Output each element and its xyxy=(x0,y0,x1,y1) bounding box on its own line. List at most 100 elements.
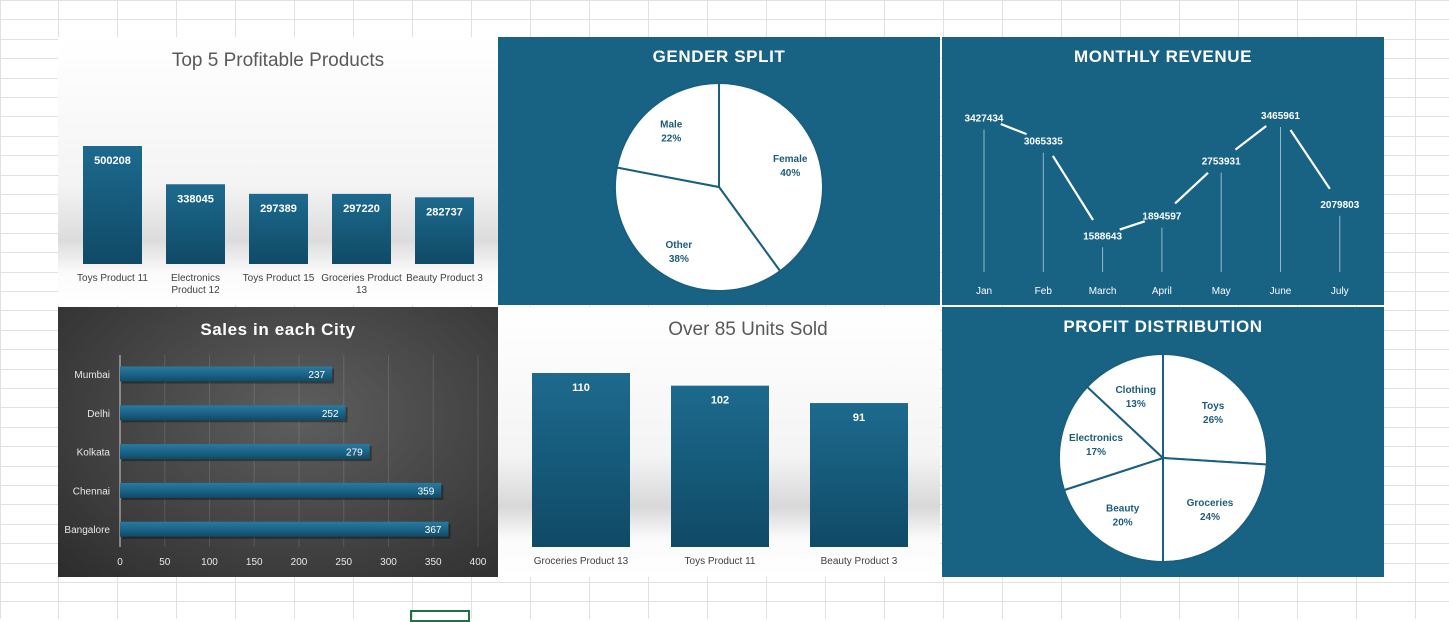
profit-distribution-chart[interactable]: PROFIT DISTRIBUTION Toys 26% Groceries 24% Be… xyxy=(942,307,1384,577)
slice-percent: 13% xyxy=(1126,399,1146,410)
data-label: 3427434 xyxy=(965,113,1004,124)
sales-by-city-chart[interactable]: Sales in each City 0 50 100 150 200 250 300 350 4… xyxy=(58,307,498,577)
x-tick-label: 100 xyxy=(201,557,218,568)
slice-percent: 38% xyxy=(669,254,689,265)
x-tick-label: April xyxy=(1152,286,1172,297)
y-tick-label: Mumbai xyxy=(74,370,110,381)
x-tick-label: Product 12 xyxy=(171,285,220,296)
series-line xyxy=(1174,172,1209,205)
pie-slice xyxy=(1162,456,1268,564)
slice-percent: 26% xyxy=(1203,415,1223,426)
series-line xyxy=(1000,123,1027,136)
slice-percent: 22% xyxy=(661,133,681,144)
data-label: 1894597 xyxy=(1142,212,1181,223)
data-label: 91 xyxy=(853,412,865,424)
chart-title: Over 85 Units Sold xyxy=(668,319,827,340)
bar xyxy=(120,366,333,382)
x-tick-label: Feb xyxy=(1035,286,1053,297)
x-tick-label: 250 xyxy=(335,557,352,568)
x-tick-label: Toys Product 11 xyxy=(77,273,148,284)
x-tick-label: 300 xyxy=(380,557,397,568)
slice-label: Toys xyxy=(1202,401,1225,412)
slice-percent: 20% xyxy=(1113,518,1133,529)
data-label: 367 xyxy=(425,525,442,536)
slice-label: Clothing xyxy=(1115,385,1156,396)
bar xyxy=(532,373,630,547)
x-tick-label: 400 xyxy=(470,557,487,568)
x-tick-label: Toys Product 15 xyxy=(243,273,315,284)
x-tick-label: Groceries Product xyxy=(321,273,402,284)
bar xyxy=(120,482,442,498)
data-label: 500208 xyxy=(94,155,131,167)
series-line xyxy=(1051,155,1094,221)
y-tick-label: Chennai xyxy=(73,486,110,497)
data-label: 1588643 xyxy=(1083,231,1122,242)
series-line xyxy=(1119,220,1146,231)
units-sold-chart[interactable]: Over 85 Units Sold 110 Groceries Product 1… xyxy=(498,307,940,577)
x-tick-label: 350 xyxy=(425,557,442,568)
x-tick-label: 50 xyxy=(159,557,171,568)
chart-svg: GENDER SPLIT Female 40% Other 38% Male 22% xyxy=(614,47,824,292)
x-tick-label: Jan xyxy=(976,286,992,297)
y-tick-label: Bangalore xyxy=(64,525,110,536)
data-label: 297389 xyxy=(260,203,297,215)
data-label: 110 xyxy=(572,382,590,394)
chart-title: Top 5 Profitable Products xyxy=(172,50,384,71)
chart-title: GENDER SPLIT xyxy=(653,47,786,66)
x-tick-label: June xyxy=(1270,286,1292,297)
data-label: 279 xyxy=(346,448,363,459)
x-tick-label: July xyxy=(1331,286,1349,297)
x-tick-label: Groceries Product 13 xyxy=(534,556,629,567)
slice-label: Beauty xyxy=(1106,504,1140,515)
series-line xyxy=(1234,125,1267,151)
chart-svg: Over 85 Units Sold 110 Groceries Product 1… xyxy=(532,319,908,567)
chart-svg: PROFIT DISTRIBUTION Toys 26% Groceries 24% Be… xyxy=(1058,317,1268,564)
x-tick-label: March xyxy=(1089,286,1117,297)
slice-percent: 40% xyxy=(780,168,800,179)
data-label: 297220 xyxy=(343,203,380,215)
chart-svg: Top 5 Profitable Products 500208 Toys Prod… xyxy=(77,50,483,296)
x-tick-label: Beauty Product 3 xyxy=(821,556,898,567)
chart-title: PROFIT DISTRIBUTION xyxy=(1063,317,1262,336)
data-label: 2753931 xyxy=(1202,157,1241,168)
x-tick-label: Beauty Product 3 xyxy=(406,273,483,284)
data-label: 282737 xyxy=(426,206,463,218)
data-label: 338045 xyxy=(177,193,214,205)
slice-label: Other xyxy=(666,240,693,251)
data-label: 3465961 xyxy=(1261,111,1300,122)
x-tick-label: 200 xyxy=(291,557,308,568)
y-tick-label: Delhi xyxy=(87,409,110,420)
chart-svg: MONTHLY REVENUE Jan Feb March April May June Ju… xyxy=(965,47,1360,297)
data-label: 252 xyxy=(322,409,339,420)
monthly-revenue-chart[interactable]: MONTHLY REVENUE Jan Feb March April May June Ju… xyxy=(942,37,1384,305)
top5-products-chart[interactable]: Top 5 Profitable Products 500208 Toys Prod… xyxy=(58,37,498,305)
data-label: 237 xyxy=(308,370,325,381)
bar xyxy=(120,444,370,460)
bar xyxy=(120,521,449,537)
slice-label: Electronics xyxy=(1069,433,1123,444)
chart-title: Sales in each City xyxy=(200,320,355,339)
bar xyxy=(810,403,908,547)
slice-percent: 24% xyxy=(1200,512,1220,523)
bar xyxy=(671,385,769,547)
data-label: 359 xyxy=(418,486,435,497)
slice-label: Male xyxy=(660,119,683,130)
data-label: 2079803 xyxy=(1320,200,1359,211)
chart-svg: Sales in each City 0 50 100 150 200 250 300 350 4… xyxy=(64,320,487,568)
x-tick-label: 0 xyxy=(117,557,123,568)
x-tick-label: 13 xyxy=(356,285,368,296)
y-tick-label: Kolkata xyxy=(77,448,111,459)
bar xyxy=(120,405,346,421)
data-label: 102 xyxy=(711,395,729,407)
x-tick-label: Electronics xyxy=(171,273,220,284)
slice-label: Female xyxy=(773,154,808,165)
selected-cell[interactable] xyxy=(410,610,470,622)
slice-label: Groceries xyxy=(1187,498,1234,509)
x-tick-label: 150 xyxy=(246,557,263,568)
x-tick-label: May xyxy=(1212,286,1231,297)
x-tick-label: Toys Product 11 xyxy=(685,556,756,567)
series-line xyxy=(1289,129,1331,190)
slice-percent: 17% xyxy=(1086,447,1106,458)
data-label: 3065335 xyxy=(1024,137,1063,148)
gender-split-chart[interactable]: GENDER SPLIT Female 40% Other 38% Male 22% xyxy=(498,37,940,305)
